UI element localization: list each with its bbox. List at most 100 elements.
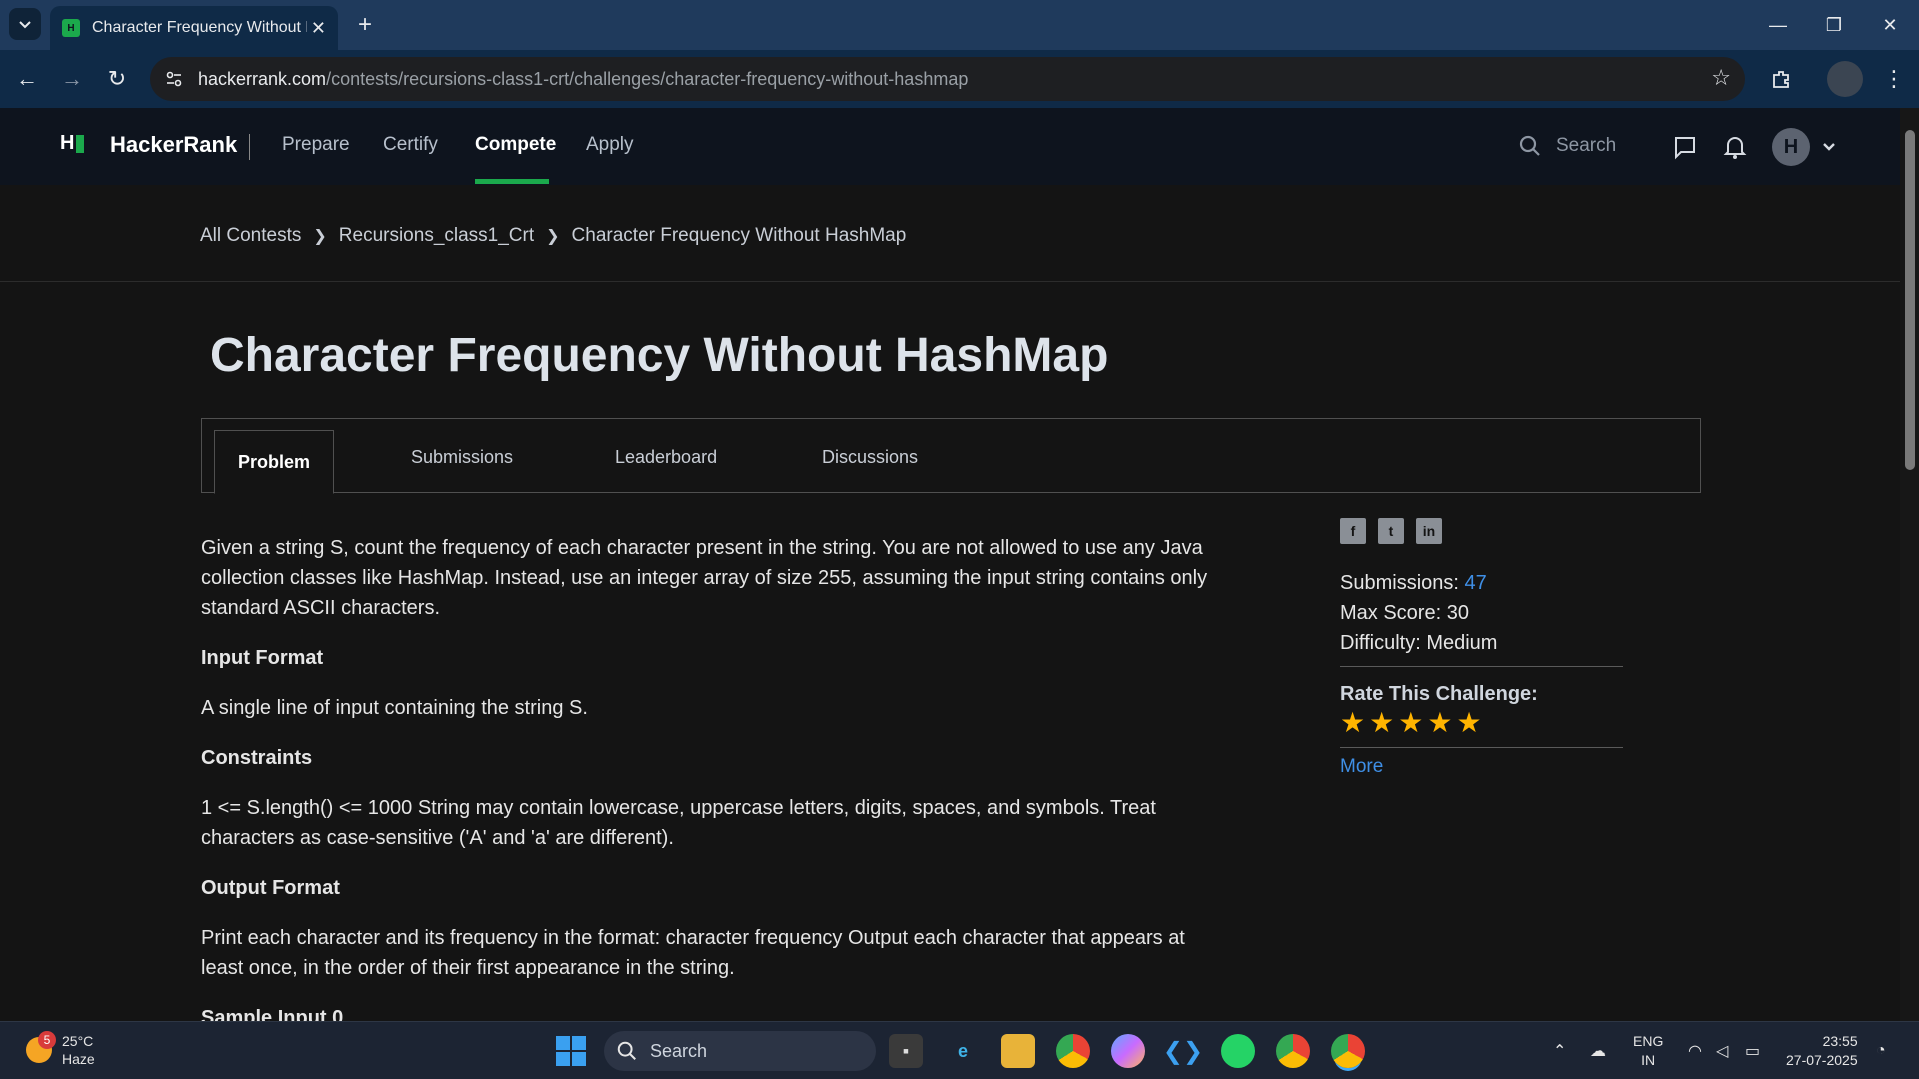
difficulty-stat: Difficulty: Medium [1340, 628, 1623, 658]
vscode-icon[interactable]: ❮❯ [1163, 1034, 1203, 1068]
extensions-icon[interactable] [1763, 61, 1799, 97]
nav-link-compete[interactable]: Compete [475, 134, 556, 156]
windows-taskbar: 5 25°C Haze Search ▪ e ❮❯ ⌃ ☁ ENG IN ◠ ◁… [0, 1021, 1919, 1079]
battery-icon[interactable]: ▭ [1745, 1022, 1760, 1079]
chevron-right-icon: ❯ [313, 228, 327, 245]
twitter-icon[interactable]: t [1378, 518, 1404, 544]
minimize-button[interactable]: — [1750, 0, 1806, 50]
star-icon[interactable]: ★ [1427, 706, 1452, 739]
edge-browser-icon[interactable]: e [946, 1034, 980, 1068]
weather-desc: Haze [62, 1051, 95, 1067]
site-search-placeholder: Search [1556, 135, 1617, 156]
star-icon[interactable]: ★ [1456, 706, 1481, 739]
scrollbar-thumb[interactable] [1905, 130, 1915, 470]
breadcrumb-all-contests[interactable]: All Contests [200, 225, 301, 247]
tab-close-icon[interactable]: ✕ [311, 18, 326, 39]
clock-time: 23:55 [1822, 1033, 1858, 1049]
wifi-icon[interactable]: ◠ [1688, 1022, 1702, 1079]
browser-tab-active[interactable]: H Character Frequency Without H ✕ [50, 6, 338, 50]
nav-link-apply[interactable]: Apply [586, 134, 634, 156]
brand-name[interactable]: HackerRank [110, 132, 237, 158]
url-text: hackerrank.com/contests/recursions-class… [198, 69, 968, 90]
onedrive-cloud-icon[interactable]: ☁ [1590, 1022, 1606, 1079]
tab-title: Character Frequency Without H [92, 19, 307, 36]
difficulty-label: Difficulty: [1340, 632, 1421, 654]
search-icon [1519, 135, 1540, 156]
constraints-text: 1 <= S.length() <= 1000 String may conta… [201, 797, 1156, 849]
browser-tabstrip: H Character Frequency Without H ✕ + — ❐ … [0, 0, 1919, 50]
notifications-bell-icon[interactable] [1720, 132, 1750, 162]
chevron-down-icon [19, 21, 31, 29]
tab-problem[interactable]: Problem [214, 430, 334, 494]
forward-button[interactable]: → [54, 61, 90, 97]
bookmark-star-icon[interactable]: ☆ [1711, 65, 1731, 91]
challenge-sidebar: f t in Submissions: 47 Max Score: 30 Dif… [1340, 518, 1623, 778]
star-icon[interactable]: ★ [1340, 706, 1365, 739]
star-icon[interactable]: ★ [1369, 706, 1394, 739]
chrome-active-icon[interactable] [1331, 1034, 1365, 1068]
address-bar[interactable]: hackerrank.com/contests/recursions-class… [150, 57, 1745, 101]
linkedin-icon[interactable]: in [1416, 518, 1442, 544]
weather-text: 25°C Haze [62, 1032, 95, 1068]
nav-link-certify[interactable]: Certify [383, 134, 438, 156]
tab-discussions[interactable]: Discussions [822, 447, 918, 468]
chevron-right-icon: ❯ [546, 228, 560, 245]
page-scrollbar[interactable] [1900, 108, 1919, 1021]
whatsapp-icon[interactable] [1221, 1034, 1255, 1068]
task-view-icon[interactable]: ▪ [889, 1034, 923, 1068]
file-explorer-icon[interactable] [1001, 1034, 1035, 1068]
profile-avatar-icon[interactable] [1827, 61, 1863, 97]
show-hidden-icons-icon[interactable]: ⌃ [1553, 1022, 1566, 1079]
user-menu-chevron-icon[interactable] [1814, 132, 1844, 162]
close-window-button[interactable]: ✕ [1862, 0, 1918, 50]
windows-start-icon[interactable] [556, 1036, 586, 1066]
submissions-stat: Submissions: 47 [1340, 568, 1623, 598]
new-tab-button[interactable]: + [350, 10, 380, 40]
submissions-count[interactable]: 47 [1465, 572, 1487, 594]
language-indicator[interactable]: ENG IN [1633, 1032, 1663, 1070]
chrome-icon[interactable] [1056, 1034, 1090, 1068]
problem-description: Given a string S, count the frequency of… [201, 537, 1208, 619]
back-button[interactable]: ← [9, 61, 45, 97]
tab-search-button[interactable] [9, 8, 41, 40]
rating-stars: ★ ★ ★ ★ ★ [1340, 706, 1623, 739]
browser-menu-icon[interactable]: ⋮ [1876, 61, 1912, 97]
notification-center-icon[interactable]: ◔ [1876, 1022, 1886, 1079]
more-link[interactable]: More [1340, 756, 1623, 778]
star-icon[interactable]: ★ [1398, 706, 1423, 739]
divider [1340, 666, 1623, 667]
chrome-profile-icon[interactable] [1276, 1034, 1310, 1068]
reload-button[interactable]: ↻ [99, 61, 135, 97]
restore-button[interactable]: ❐ [1806, 0, 1862, 50]
breadcrumb-challenge[interactable]: Character Frequency Without HashMap [572, 225, 907, 247]
language-line1: ENG [1633, 1033, 1664, 1049]
tab-submissions[interactable]: Submissions [411, 447, 513, 468]
output-format-heading: Output Format [201, 877, 340, 899]
breadcrumb: All Contests ❯ Recursions_class1_Crt ❯ C… [200, 225, 906, 247]
weather-badge: 5 [38, 1031, 56, 1049]
breadcrumb-bar: All Contests ❯ Recursions_class1_Crt ❯ C… [0, 185, 1900, 282]
hackerrank-logo-icon[interactable]: H [60, 132, 85, 155]
facebook-icon[interactable]: f [1340, 518, 1366, 544]
system-clock[interactable]: 23:55 27-07-2025 [1786, 1032, 1858, 1070]
site-search[interactable]: Search [1518, 134, 1616, 158]
weather-widget[interactable]: 5 25°C Haze [26, 1031, 95, 1068]
messages-icon[interactable] [1670, 132, 1700, 162]
submissions-label: Submissions: [1340, 572, 1459, 594]
user-avatar[interactable]: H [1772, 128, 1810, 166]
page-title: Character Frequency Without HashMap [210, 329, 1109, 382]
site-settings-icon[interactable] [158, 63, 190, 95]
breadcrumb-contest[interactable]: Recursions_class1_Crt [339, 225, 534, 247]
taskbar-search[interactable]: Search [604, 1031, 876, 1071]
tab-leaderboard[interactable]: Leaderboard [615, 447, 717, 468]
max-score-label: Max Score: [1340, 602, 1442, 624]
volume-icon[interactable]: ◁ [1716, 1022, 1728, 1079]
hackerrank-favicon-icon: H [62, 19, 80, 37]
difficulty-value: Medium [1426, 632, 1498, 654]
browser-toolbar: ← → ↻ hackerrank.com/contests/recursions… [0, 50, 1919, 108]
copilot-icon[interactable] [1111, 1034, 1145, 1068]
problem-statement: Given a string S, count the frequency of… [201, 533, 1231, 1053]
nav-link-prepare[interactable]: Prepare [282, 134, 350, 156]
clock-date: 27-07-2025 [1786, 1052, 1858, 1068]
divider [1340, 747, 1623, 748]
